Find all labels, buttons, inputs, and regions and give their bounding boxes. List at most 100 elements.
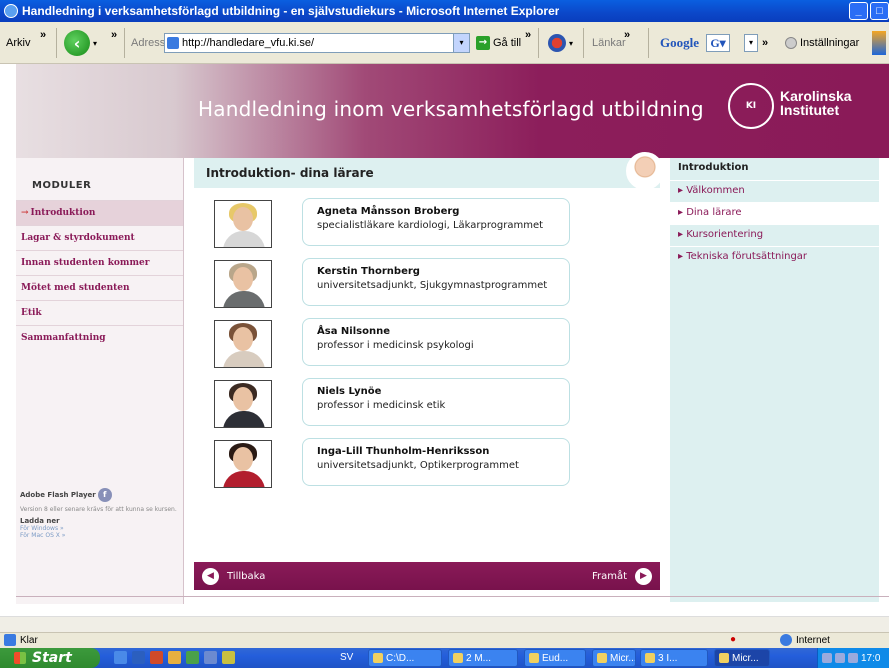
start-button[interactable]: Start bbox=[0, 648, 100, 668]
flash-mac-link[interactable]: För Mac OS X » bbox=[20, 532, 180, 539]
toolbar-separator bbox=[648, 28, 649, 58]
teacher-card[interactable]: Kerstin Thornberg universitetsadjunkt, Sj… bbox=[302, 258, 570, 306]
language-indicator[interactable]: SV bbox=[340, 652, 353, 663]
tray-volume-icon[interactable] bbox=[835, 653, 845, 663]
google-dropdown-icon[interactable]: ▾ bbox=[744, 34, 758, 52]
address-field[interactable]: http://handledare_vfu.ki.se/ ▾ bbox=[164, 33, 470, 53]
teacher-row: Kerstin Thornberg universitetsadjunkt, Sj… bbox=[214, 258, 634, 310]
teacher-role: universitetsadjunkt, Optikerprogrammet bbox=[317, 460, 519, 471]
teacher-photo-body bbox=[223, 291, 265, 307]
toolbar-chevron[interactable]: » bbox=[525, 14, 531, 56]
teacher-name: Åsa Nilsonne bbox=[317, 326, 390, 337]
horizontal-scroll-area[interactable] bbox=[0, 616, 889, 632]
menu-chevron[interactable]: » bbox=[40, 14, 46, 56]
lock-icon: ● bbox=[730, 634, 737, 645]
module-item-5[interactable]: Sammanfattning bbox=[16, 325, 183, 350]
taskbar-task[interactable]: Micr... bbox=[714, 649, 770, 667]
page-icon bbox=[167, 37, 179, 49]
quicklaunch-ie-icon[interactable] bbox=[114, 651, 127, 664]
quicklaunch-mail-icon[interactable] bbox=[222, 651, 235, 664]
quicklaunch-media-icon[interactable] bbox=[168, 651, 181, 664]
tray-security-icon[interactable] bbox=[848, 653, 858, 663]
go-button[interactable]: → Gå till bbox=[476, 22, 521, 64]
back-dropdown-icon[interactable]: ▾ bbox=[93, 39, 97, 48]
links-chevron-label: » bbox=[624, 29, 631, 41]
window-title: Handledning i verksamhetsförlagd utbildn… bbox=[22, 4, 560, 18]
quicklaunch-desktop-icon[interactable] bbox=[186, 651, 199, 664]
quicklaunch-search-icon[interactable] bbox=[204, 651, 217, 664]
google-chevron-icon[interactable]: » bbox=[762, 37, 768, 49]
menu-arkiv[interactable]: Arkiv bbox=[6, 22, 30, 64]
address-dropdown-icon[interactable]: ▾ bbox=[453, 34, 469, 52]
task-label: 3 I... bbox=[658, 652, 678, 664]
task-app-icon bbox=[373, 653, 383, 663]
back-circle-icon: ◀ bbox=[202, 567, 219, 585]
address-label: Adress bbox=[131, 37, 166, 49]
site-banner: Handledning inom verksamhetsförlagd utbi… bbox=[16, 64, 889, 158]
task-app-icon bbox=[597, 653, 607, 663]
flash-windows-link[interactable]: För Windows » bbox=[20, 525, 180, 532]
task-label: Micr... bbox=[610, 652, 636, 664]
section-item-2[interactable]: ▸ Kursorientering bbox=[670, 224, 879, 246]
teacher-photo-face bbox=[233, 327, 253, 351]
teacher-card[interactable]: Inga-Lill Thunholm-Henriksson universitet… bbox=[302, 438, 570, 486]
google-logo: Google bbox=[660, 35, 699, 50]
maximize-button[interactable]: □ bbox=[870, 2, 889, 20]
teacher-name: Agneta Månsson Broberg bbox=[317, 206, 460, 217]
teacher-role: professor i medicinsk psykologi bbox=[317, 340, 474, 351]
back-page-button[interactable]: ◀ Tillbaka bbox=[202, 567, 265, 585]
section-item-3[interactable]: ▸ Tekniska förutsättningar bbox=[670, 246, 879, 268]
tray-network-icon[interactable] bbox=[822, 653, 832, 663]
toolbar-chevron-label: » bbox=[111, 29, 118, 41]
minimize-button[interactable]: _ bbox=[849, 2, 868, 20]
teacher-name: Niels Lynöe bbox=[317, 386, 382, 397]
taskbar-task[interactable]: C:\D... bbox=[368, 649, 442, 667]
module-item-1[interactable]: Lagar & styrdokument bbox=[16, 225, 183, 250]
back-button[interactable]: ‹ ▾ bbox=[64, 22, 97, 64]
page-navigation-bar: ◀ Tillbaka Framåt ▶ bbox=[194, 562, 660, 590]
section-item-0[interactable]: ▸ Välkommen bbox=[670, 180, 879, 202]
forward-page-button[interactable]: Framåt ▶ bbox=[592, 567, 652, 585]
go-arrow-icon: → bbox=[476, 36, 490, 50]
module-item-2[interactable]: Innan studenten kommer bbox=[16, 250, 183, 275]
content-pane: Introduktion- dina lärare Agneta Månsson… bbox=[194, 152, 664, 590]
taskbar-task[interactable]: Micr... bbox=[592, 649, 636, 667]
task-app-icon bbox=[645, 653, 655, 663]
teacher-card[interactable]: Åsa Nilsonne professor i medicinsk psykol… bbox=[302, 318, 570, 366]
teacher-row: Niels Lynöe professor i medicinsk etik bbox=[214, 378, 634, 430]
taskbar-task[interactable]: 3 I... bbox=[640, 649, 708, 667]
quicklaunch-outlook-icon[interactable] bbox=[150, 651, 163, 664]
flash-title-row: Adobe Flash Player f bbox=[20, 488, 180, 502]
taskbar-task[interactable]: 2 M... bbox=[448, 649, 518, 667]
section-menu: Introduktion ▸ Välkommen ▸ Dina lärare ▸ K… bbox=[670, 158, 879, 602]
module-item-label: Mötet med studenten bbox=[21, 283, 130, 293]
windows-throbber-icon bbox=[872, 31, 886, 55]
teacher-card[interactable]: Niels Lynöe professor i medicinsk etik bbox=[302, 378, 570, 426]
taskbar-task[interactable]: Eud... bbox=[524, 649, 586, 667]
links-chevron[interactable]: » bbox=[624, 14, 630, 56]
task-label: Eud... bbox=[542, 652, 569, 664]
ki-seal-icon: KI bbox=[728, 83, 774, 129]
system-tray: 17:0 bbox=[817, 648, 889, 668]
section-item-label: Dina lärare bbox=[686, 207, 742, 218]
status-bar: Klar ● Internet bbox=[0, 632, 889, 648]
page-footer bbox=[16, 596, 889, 616]
toolbar-chevron[interactable]: » bbox=[111, 14, 117, 56]
content-heading-text: Introduktion- dina lärare bbox=[206, 166, 374, 180]
settings-button[interactable]: Inställningar bbox=[785, 22, 859, 64]
teacher-photo-face bbox=[233, 267, 253, 291]
bullet-arrow-icon: ▸ bbox=[678, 185, 687, 196]
links-label[interactable]: Länkar bbox=[592, 22, 626, 64]
clock: 17:0 bbox=[861, 652, 881, 664]
module-item-label: Lagar & styrdokument bbox=[21, 233, 135, 243]
quicklaunch-word-icon[interactable] bbox=[132, 651, 145, 664]
module-item-4[interactable]: Etik bbox=[16, 300, 183, 325]
module-item-3[interactable]: Mötet med studenten bbox=[16, 275, 183, 300]
teacher-name: Kerstin Thornberg bbox=[317, 266, 420, 277]
messenger-button[interactable]: ▾ bbox=[548, 22, 573, 64]
module-item-0[interactable]: → Introduktion bbox=[16, 200, 183, 225]
section-item-1[interactable]: ▸ Dina lärare bbox=[670, 202, 879, 224]
section-item-label: Tekniska förutsättningar bbox=[686, 251, 808, 262]
teacher-card[interactable]: Agneta Månsson Broberg specialistläkare k… bbox=[302, 198, 570, 246]
google-search-button[interactable]: G▾ bbox=[706, 34, 730, 52]
